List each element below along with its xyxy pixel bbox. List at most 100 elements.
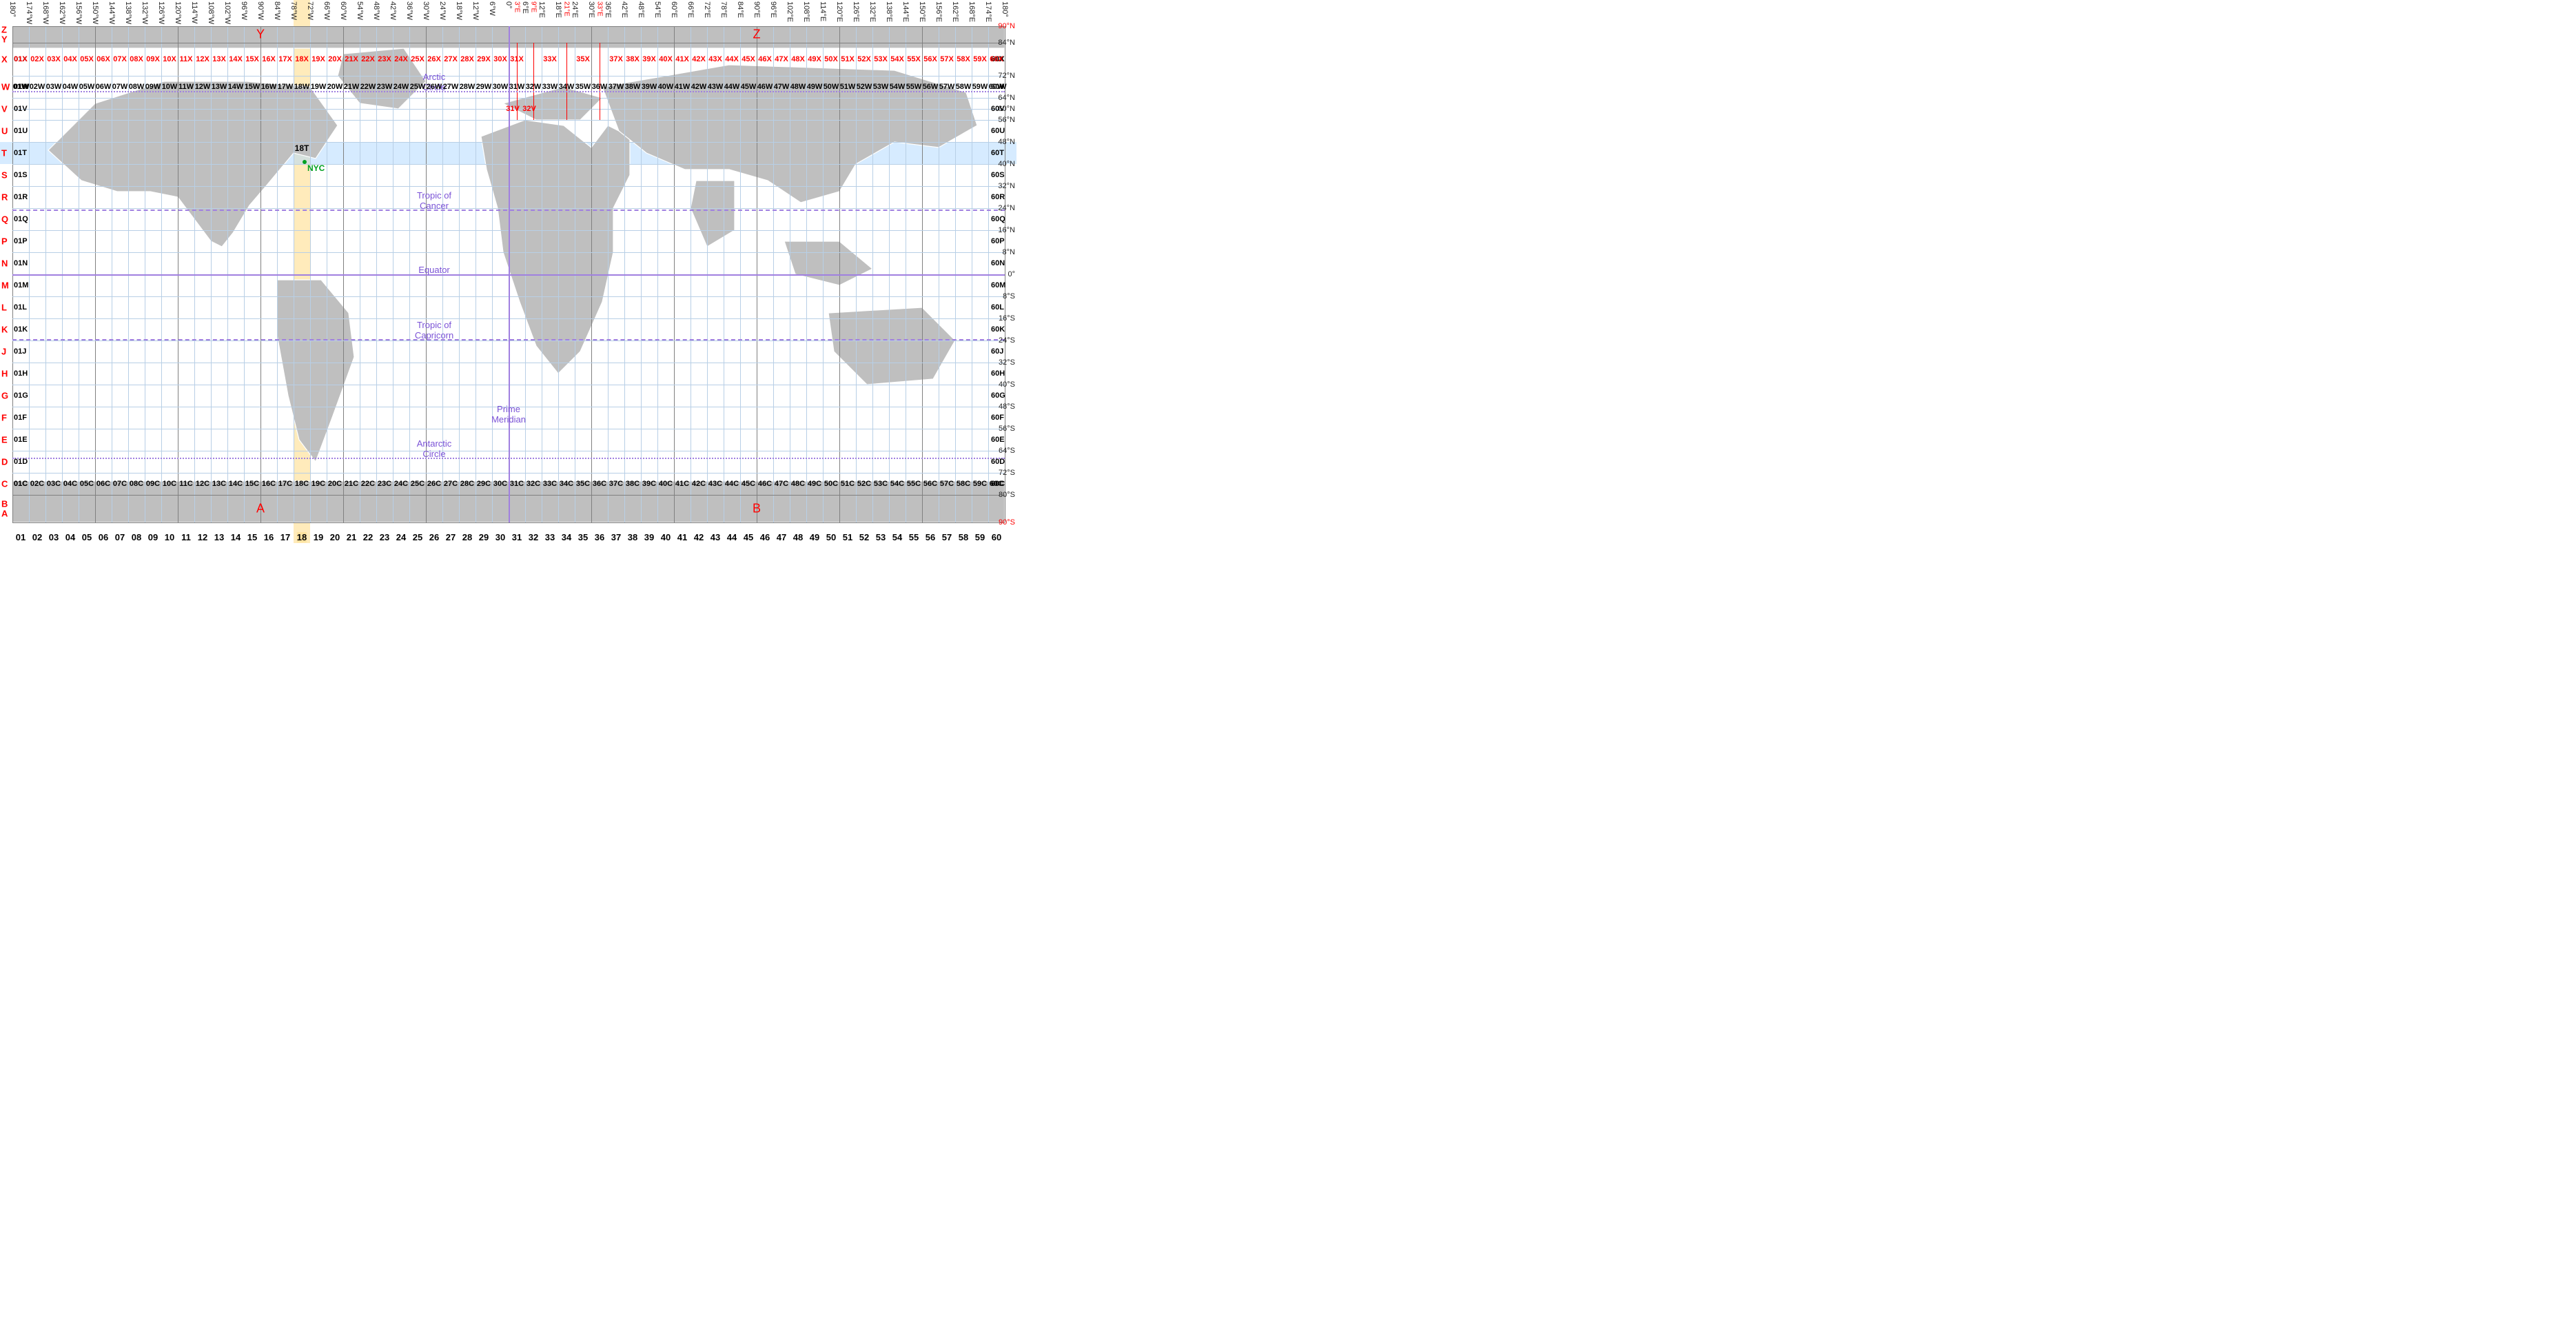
last-zone-cell: 60J [991, 347, 1003, 356]
lon-tick: 144°W [108, 1, 116, 24]
polar-region-letter: B [753, 502, 761, 516]
w-row-cell: 24W [393, 83, 409, 91]
zone-number: 53 [876, 532, 886, 542]
zone-number: 24 [396, 532, 406, 542]
w-row-cell: 04W [63, 83, 79, 91]
zone-number: 43 [711, 532, 720, 542]
x-row-cell: 19X [311, 55, 325, 63]
zone-number: 51 [843, 532, 852, 542]
tropic-cancer-label: Tropic ofCancer [417, 190, 451, 211]
c-row-cell: 02C [30, 480, 44, 488]
zone-number: 29 [479, 532, 489, 542]
zone-number: 06 [99, 532, 108, 542]
zone-number: 22 [363, 532, 373, 542]
zone-number: 50 [826, 532, 836, 542]
zone-number: 58 [959, 532, 968, 542]
lon-tick: 54°W [356, 1, 364, 20]
x-row-cell: 47X [775, 55, 788, 63]
c-row-cell: 36C [593, 480, 606, 488]
special-meridian [566, 43, 567, 120]
x-row-cell: 05X [80, 55, 94, 63]
lon-tick: 96°W [240, 1, 248, 20]
x-row-cell: 08X [130, 55, 143, 63]
lat-tick: 84°N [998, 39, 1015, 47]
last-zone-cell: 60H [991, 369, 1005, 378]
first-zone-cell: 01S [14, 171, 28, 179]
w-row-cell: 12W [195, 83, 211, 91]
w-row-cell: 39W [642, 83, 657, 91]
x-row-cell: 03X [47, 55, 61, 63]
last-zone-cell: 60K [991, 325, 1005, 334]
lat-tick: 72°N [998, 72, 1015, 80]
lon-tick: 102°W [223, 1, 232, 24]
x-row-cell: 42X [692, 55, 706, 63]
x-row-cell: 23X [378, 55, 391, 63]
w-row-cell: 60W [989, 83, 1005, 91]
polar-region-letter: A [256, 502, 265, 516]
lon-tick: 150°E [918, 1, 926, 22]
w-row-cell: 54W [890, 83, 906, 91]
special-v-cell: 31V [506, 105, 520, 113]
w-row-cell: 34W [559, 83, 575, 91]
w-row-cell: 51W [840, 83, 856, 91]
zone-number: 15 [247, 532, 257, 542]
x-row-cell: 49X [808, 55, 821, 63]
x-row-cell: 41X [675, 55, 689, 63]
lon-tick: 120°W [174, 1, 182, 24]
lon-tick: 66°E [686, 1, 695, 18]
lat-tick: 40°S [999, 380, 1015, 389]
w-row-cell: 08W [129, 83, 145, 91]
zone-number: 36 [595, 532, 604, 542]
zone-number: 02 [32, 532, 42, 542]
zone-number: 49 [810, 532, 819, 542]
w-row-cell: 29W [476, 83, 492, 91]
lon-tick: 168°E [968, 1, 976, 22]
zone-number: 30 [495, 532, 505, 542]
w-row-cell: 22W [360, 83, 376, 91]
c-row-cell: 60C [990, 480, 1003, 488]
lon-tick: 114°E [819, 1, 827, 21]
w-row-cell: 19W [311, 83, 327, 91]
lat-band-letter: F [1, 413, 7, 423]
lon-tick: 102°E [786, 1, 794, 22]
zone-number: 23 [380, 532, 389, 542]
first-zone-cell: 01K [14, 325, 28, 334]
lat-band-letter: N [1, 258, 8, 269]
x-row-cell: 45X [742, 55, 755, 63]
zone-number: 33 [545, 532, 555, 542]
first-zone-cell: 01E [14, 436, 28, 444]
lon-tick: 108°E [802, 1, 810, 22]
w-row-cell: 20W [327, 83, 343, 91]
lon-tick: 66°W [323, 1, 331, 20]
x-row-cell: 50X [824, 55, 838, 63]
x-row-cell: 28X [460, 55, 474, 63]
lon-tick: 60°W [339, 1, 347, 20]
first-zone-cell: 01P [14, 237, 28, 245]
equator-label: Equator [418, 265, 450, 275]
x-row-cell: 56X [923, 55, 937, 63]
c-row-cell: 21C [345, 480, 358, 488]
c-row-cell: 25C [411, 480, 425, 488]
c-row-cell: 47C [775, 480, 788, 488]
lon-tick: 6°E [521, 1, 529, 14]
last-zone-cell: 60D [991, 458, 1005, 466]
c-row-cell: 54C [890, 480, 904, 488]
x-row-cell: 02X [30, 55, 44, 63]
lon-tick: 150°W [91, 1, 99, 24]
w-row-cell: 23W [377, 83, 393, 91]
lat-tick: 32°N [998, 182, 1015, 190]
c-row-cell: 41C [675, 480, 689, 488]
zone-number: 21 [347, 532, 356, 542]
c-row-cell: 56C [923, 480, 937, 488]
lat-band-letter: K [1, 325, 8, 335]
lat-tick: 8°N [1003, 248, 1015, 256]
last-zone-cell: 60M [991, 281, 1005, 289]
zone-number: 09 [148, 532, 158, 542]
x-row-cell: 54X [890, 55, 904, 63]
c-row-cell: 11C [179, 480, 193, 488]
last-zone-cell: 60N [991, 259, 1005, 267]
w-row-cell: 25W [410, 83, 426, 91]
c-row-cell: 34C [560, 480, 573, 488]
lat-tick: 56°S [999, 425, 1015, 433]
lat-tick: 90°S [999, 518, 1015, 527]
